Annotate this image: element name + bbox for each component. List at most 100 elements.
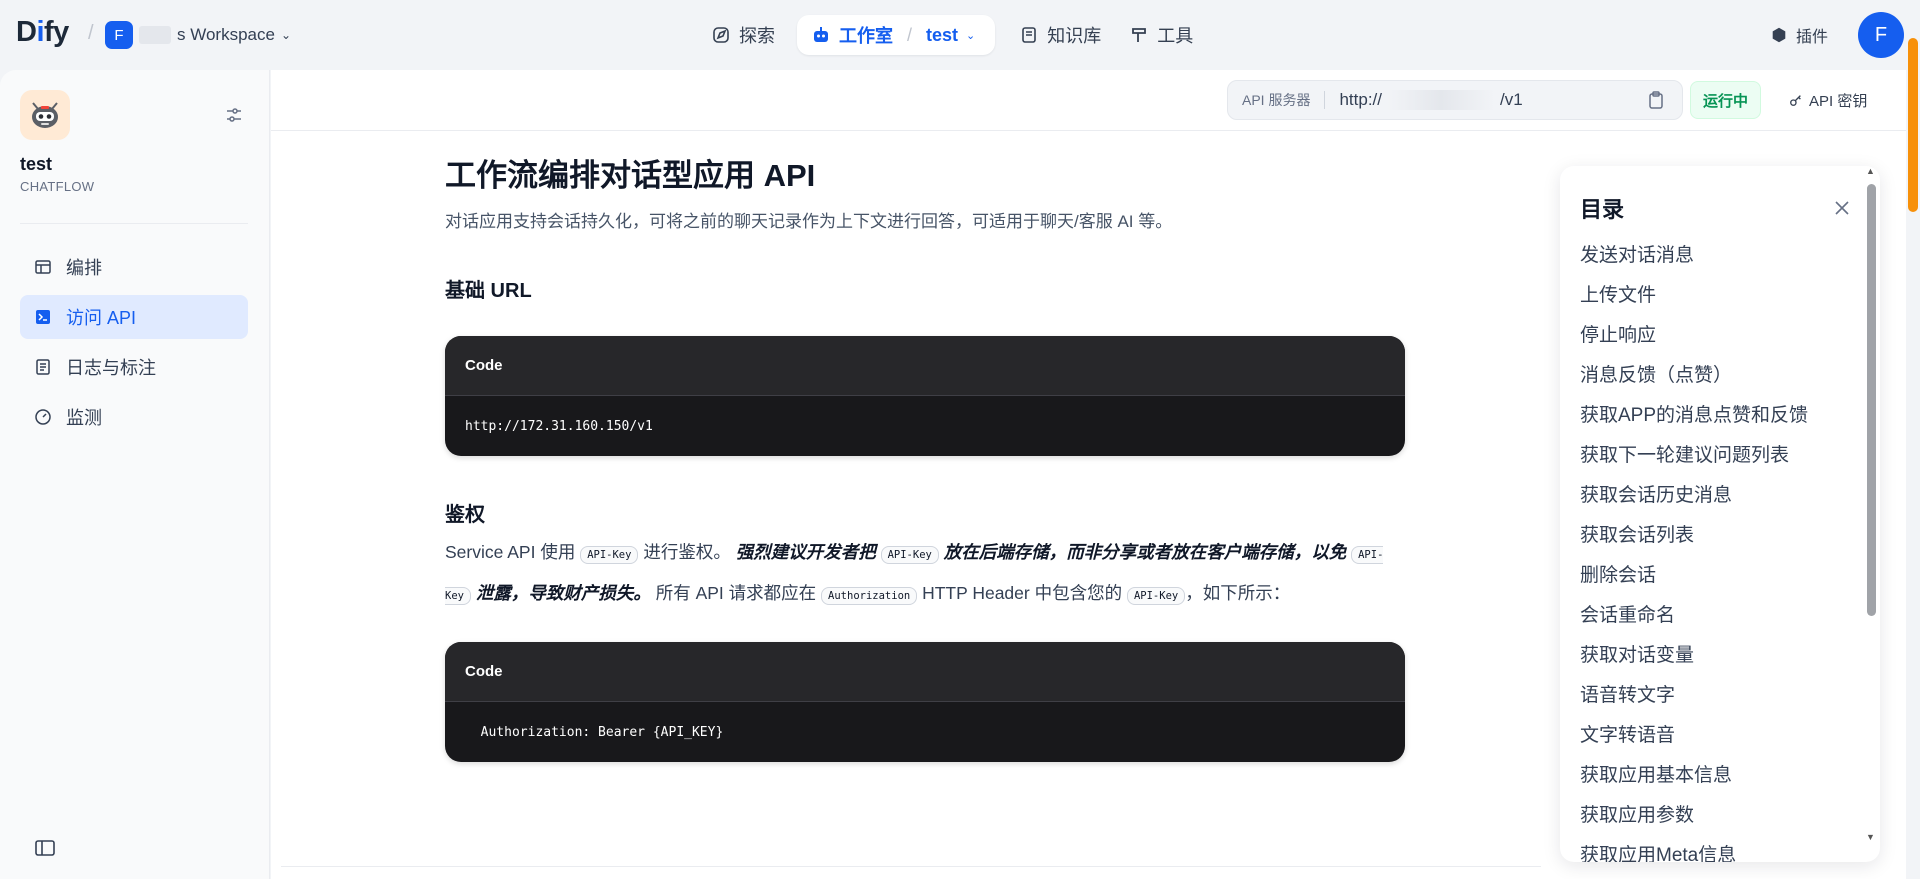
cube-icon bbox=[1772, 27, 1786, 43]
sidebar-item-monitoring[interactable]: 监测 bbox=[20, 395, 248, 439]
api-server-url-end: /v1 bbox=[1500, 90, 1523, 109]
nav-tools-label: 工具 bbox=[1157, 26, 1194, 46]
page-title: 工作流编排对话型应用 API bbox=[445, 158, 816, 193]
toc-item[interactable]: 获取会话列表 bbox=[1580, 513, 1860, 553]
top-bar: Dify / F s Workspace ⌄ 探索 工作室 / test ⌄ 知… bbox=[0, 0, 1920, 70]
sidebar-item-logs[interactable]: 日志与标注 bbox=[20, 345, 248, 389]
text: ，如下所示： bbox=[1185, 583, 1291, 603]
code-block-header: Code bbox=[445, 336, 1405, 396]
api-docs: 工作流编排对话型应用 API 对话应用支持会话持久化，可将之前的聊天记录作为上下… bbox=[445, 150, 1405, 762]
chevron-down-icon: ⌄ bbox=[280, 28, 292, 42]
sidebar-item-label: 访问 API bbox=[66, 308, 137, 328]
toc-panel: 目录 发送对话消息 上传文件 停止响应 消息反馈（点赞） 获取APP的消息点赞和… bbox=[1560, 166, 1880, 862]
app-sidebar: test CHATFLOW 编排 访问 API 日志与标注 监测 bbox=[0, 70, 270, 879]
toc-item[interactable]: 获取应用基本信息 bbox=[1580, 753, 1860, 793]
api-key-label: API 密钥 bbox=[1809, 92, 1868, 110]
dify-logo[interactable]: Dify bbox=[16, 16, 69, 49]
plugins-label: 插件 bbox=[1796, 29, 1829, 46]
user-avatar[interactable]: F bbox=[1858, 12, 1904, 58]
sidebar-item-label: 日志与标注 bbox=[66, 358, 156, 378]
sidebar-item-orchestrate[interactable]: 编排 bbox=[20, 245, 248, 289]
dashboard-icon bbox=[35, 409, 51, 425]
clipboard-icon[interactable] bbox=[1646, 90, 1666, 110]
code-block-header: Code bbox=[445, 642, 1405, 702]
code-block-auth: Code Authorization: Bearer {API_KEY} bbox=[445, 642, 1405, 762]
nav-studio[interactable]: 工作室 / test ⌄ bbox=[797, 15, 996, 55]
inline-code: Authorization bbox=[821, 587, 918, 605]
warning-text: 强烈建议开发者把 bbox=[735, 542, 876, 562]
nav-explore[interactable]: 探索 bbox=[697, 15, 789, 55]
layout-icon bbox=[35, 260, 51, 274]
text: Service API 使用 bbox=[445, 542, 576, 562]
nav-separator: / bbox=[907, 24, 913, 45]
toc-item[interactable]: 消息反馈（点赞） bbox=[1580, 353, 1860, 393]
book-icon bbox=[1022, 27, 1037, 43]
toc-item[interactable]: 发送对话消息 bbox=[1580, 233, 1860, 273]
file-list-icon bbox=[36, 359, 50, 375]
sidebar-menu: 编排 访问 API 日志与标注 监测 bbox=[20, 245, 248, 445]
close-icon[interactable] bbox=[1834, 200, 1850, 216]
page-scroll-thumb[interactable] bbox=[1908, 38, 1918, 212]
sidebar-item-api-access[interactable]: 访问 API bbox=[20, 295, 248, 339]
nav-explore-label: 探索 bbox=[739, 26, 775, 46]
toc-list: 发送对话消息 上传文件 停止响应 消息反馈（点赞） 获取APP的消息点赞和反馈 … bbox=[1580, 233, 1860, 863]
toc-item[interactable]: 停止响应 bbox=[1580, 313, 1860, 353]
toc-item[interactable]: 获取下一轮建议问题列表 bbox=[1580, 433, 1860, 473]
toc-item[interactable]: 获取会话历史消息 bbox=[1580, 473, 1860, 513]
toc-item[interactable]: 语音转文字 bbox=[1580, 673, 1860, 713]
code-block-body[interactable]: Authorization: Bearer {API_KEY} bbox=[445, 702, 1405, 762]
code-block-base-url: Code http://172.31.160.150/v1 bbox=[445, 336, 1405, 456]
nav-studio-label: 工作室 bbox=[839, 26, 893, 46]
app-type: CHATFLOW bbox=[20, 179, 95, 194]
nav-knowledge[interactable]: 知识库 bbox=[1005, 15, 1115, 55]
nav-app-name[interactable]: test bbox=[926, 25, 958, 46]
app-title: test bbox=[20, 154, 53, 174]
text: 进行鉴权。 bbox=[643, 542, 731, 562]
status-badge: 运行中 bbox=[1690, 81, 1762, 119]
settings-sliders-icon[interactable] bbox=[224, 105, 244, 125]
toc-scroll-thumb[interactable] bbox=[1867, 184, 1876, 616]
plugins-button[interactable]: 插件 bbox=[1770, 23, 1828, 47]
scroll-down-arrow-icon[interactable]: ▼ bbox=[1866, 832, 1875, 842]
compass-icon bbox=[713, 27, 729, 43]
warning-text: 放在后端存储，而非分享或者放在客户端存储，以免 bbox=[943, 542, 1347, 562]
api-key-button[interactable]: API 密钥 bbox=[1789, 81, 1867, 119]
api-server-field: API 服务器 http:// /v1 bbox=[1227, 80, 1683, 120]
warning-text: 泄露，导致财产损失。 bbox=[475, 583, 651, 603]
sidebar-collapse-icon[interactable] bbox=[34, 838, 56, 858]
workspace-avatar: F bbox=[105, 21, 133, 49]
inline-code: API-Key bbox=[1126, 587, 1186, 605]
sidebar-item-label: 监测 bbox=[66, 408, 102, 428]
robot-icon bbox=[814, 27, 828, 42]
chevron-down-icon[interactable]: ⌄ bbox=[966, 29, 975, 42]
section-heading-base-url: 基础 URL bbox=[445, 280, 532, 302]
nav-tools[interactable]: 工具 bbox=[1115, 15, 1207, 55]
redacted-text bbox=[1387, 90, 1496, 110]
workspace-name: s Workspace bbox=[177, 25, 275, 44]
api-bar: API 服务器 http:// /v1 运行中 API 密钥 bbox=[271, 70, 1906, 131]
auth-paragraph: Service API 使用 API-Key 进行鉴权。 强烈建议开发者把 AP… bbox=[445, 533, 1405, 615]
toc-title: 目录 bbox=[1580, 197, 1625, 222]
toc-item[interactable]: 获取APP的消息点赞和反馈 bbox=[1580, 393, 1860, 433]
key-icon bbox=[1790, 95, 1801, 106]
toc-item[interactable]: 文字转语音 bbox=[1580, 713, 1860, 753]
toc-item[interactable]: 获取对话变量 bbox=[1580, 633, 1860, 673]
text: 所有 API 请求都应在 bbox=[655, 583, 817, 603]
code-block-body[interactable]: http://172.31.160.150/v1 bbox=[445, 396, 1405, 456]
scroll-up-arrow-icon[interactable]: ▲ bbox=[1866, 166, 1875, 176]
toc-scrollbar[interactable]: ▲ ▼ bbox=[1866, 166, 1876, 850]
toc-item[interactable]: 上传文件 bbox=[1580, 273, 1860, 313]
toc-item[interactable]: 获取应用参数 bbox=[1580, 793, 1860, 833]
api-server-label: API 服务器 bbox=[1228, 91, 1326, 109]
nav-knowledge-label: 知识库 bbox=[1047, 26, 1102, 46]
inline-code: API-Key bbox=[580, 546, 639, 564]
terminal-icon bbox=[36, 310, 50, 324]
toc-item[interactable]: 删除会话 bbox=[1580, 553, 1860, 593]
toc-item[interactable]: 会话重命名 bbox=[1580, 593, 1860, 633]
breadcrumb-separator: / bbox=[88, 22, 94, 44]
toc-item[interactable]: 获取应用Meta信息 bbox=[1580, 833, 1860, 863]
page-description: 对话应用支持会话持久化，可将之前的聊天记录作为上下文进行回答，可适用于聊天/客服… bbox=[445, 212, 1173, 231]
divider bbox=[20, 223, 248, 224]
workspace-switcher[interactable]: F s Workspace ⌄ bbox=[105, 21, 291, 49]
section-heading-auth: 鉴权 bbox=[445, 504, 485, 526]
